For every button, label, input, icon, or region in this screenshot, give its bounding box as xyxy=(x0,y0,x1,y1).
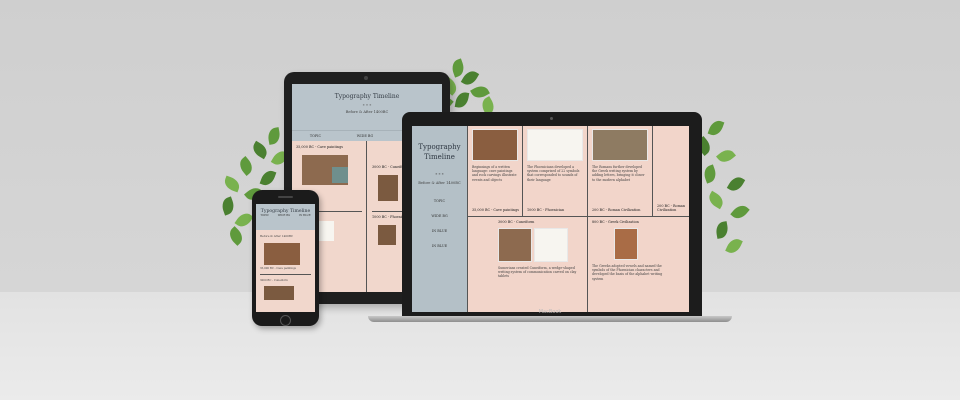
roman-ruins-image xyxy=(592,129,648,161)
laptop-device: Typography Timeline * * * Before & After… xyxy=(402,112,702,317)
laptop-nav-item-topic[interactable]: TOPIC xyxy=(412,199,467,203)
phone-home-button[interactable] xyxy=(280,315,291,326)
cave-painting-thumb xyxy=(332,167,348,183)
cuneiform-tablet-image xyxy=(498,228,532,262)
entry-1-caption: 35,000 BC - Cave paintings xyxy=(472,208,520,212)
greek-artifact-image xyxy=(614,228,638,260)
tablet-camera xyxy=(364,76,368,80)
laptop-timeline-grid: Beginnings of a written language: cave p… xyxy=(468,126,689,312)
cuneiform-image xyxy=(264,286,294,300)
entry-6-text: The Greeks adopted vowels and named the … xyxy=(592,264,663,281)
laptop-nav-item-blue[interactable]: IN BLUE xyxy=(412,229,467,233)
timeline-entry-2[interactable]: The Phoenicians developed a system compr… xyxy=(523,126,588,217)
tablet-caption-1: 35,000 BC - Cave paintings xyxy=(296,145,344,149)
laptop-site-title: Typography Timeline xyxy=(412,126,467,162)
tablet-dots: * * * xyxy=(362,103,372,108)
laptop-title-line1: Typography xyxy=(418,143,461,151)
phone-caption-1: 35,000 BC - Cave paintings xyxy=(260,267,296,270)
phone-nav-item-topic[interactable]: TOPIC xyxy=(260,214,269,217)
laptop-screen: Typography Timeline * * * Before & After… xyxy=(412,126,689,312)
entry-1-text: Beginnings of a written language: cave p… xyxy=(472,165,517,182)
phone-speaker xyxy=(278,196,293,198)
timeline-entry-4[interactable]: 200 BC - Roman Civilization xyxy=(653,126,689,217)
laptop-subtitle: Before & After 1400BC xyxy=(418,181,461,185)
phone-site-title: Typography Timeline xyxy=(260,209,311,214)
entry-2-caption: 1000 BC - Phoenician xyxy=(527,208,565,212)
laptop-sidebar: Typography Timeline * * * Before & After… xyxy=(412,126,468,312)
phone-subtitle: Before & After 1400BC xyxy=(260,234,294,238)
entry-3-text: The Romans further developed the Greek w… xyxy=(592,165,645,182)
laptop-brand: MacBook xyxy=(538,309,562,315)
cuneiform-chart-image xyxy=(534,228,568,262)
timeline-entry-5[interactable]: 3000 BC - Cuneiform Sumerians created Cu… xyxy=(468,217,588,312)
phone-screen: Typography Timeline TOPIC WIDE BG IN BLU… xyxy=(256,204,315,312)
phone-caption-2: 3000 BC - Cuneiform xyxy=(260,279,288,282)
laptop-camera xyxy=(550,117,553,120)
tablet-image-3 xyxy=(378,225,396,245)
cave-painting-image xyxy=(472,129,518,161)
tablet-nav-item-topic[interactable]: TOPIC xyxy=(310,131,321,141)
laptop-dots: * * * xyxy=(435,172,444,177)
phone-nav-item-wide[interactable]: WIDE BG xyxy=(278,214,291,217)
tablet-site-title: Typography Timeline xyxy=(334,93,400,100)
phone-nav: TOPIC WIDE BG IN BLUE xyxy=(256,214,315,217)
entry-5-text: Sumerians created Cuneiform, a wedge-sha… xyxy=(498,266,577,279)
entry-3-caption: 200 BC - Roman Civilization xyxy=(592,208,641,212)
entry-6-header: 800 BC - Greek Civilization xyxy=(592,220,639,224)
laptop-nav-item-wide[interactable]: WIDE BG xyxy=(412,214,467,218)
laptop-title-line2: Timeline xyxy=(424,153,455,161)
phoenician-glyph-image xyxy=(527,129,583,161)
laptop-base xyxy=(368,316,732,322)
phone-device: Typography Timeline TOPIC WIDE BG IN BLU… xyxy=(252,190,319,326)
entry-5-header: 3000 BC - Cuneiform xyxy=(498,220,535,224)
cuneiform-image xyxy=(378,175,398,201)
cave-painting-image xyxy=(264,243,300,265)
timeline-entry-3[interactable]: The Romans further developed the Greek w… xyxy=(588,126,653,217)
timeline-entry-6[interactable]: 800 BC - Greek Civilization The Greeks a… xyxy=(588,217,689,312)
tablet-nav-item-wide[interactable]: WIDE BG xyxy=(357,131,373,141)
phone-nav-item-blue[interactable]: IN BLUE xyxy=(299,214,311,217)
phone-header: Typography Timeline TOPIC WIDE BG IN BLU… xyxy=(256,204,315,230)
timeline-entry-1[interactable]: Beginnings of a written language: cave p… xyxy=(468,126,523,217)
entry-4-caption: 200 BC - Roman Civilization xyxy=(657,204,686,212)
entry-2-text: The Phoenicians developed a system compr… xyxy=(527,165,580,182)
laptop-nav: TOPIC WIDE BG IN BLUE IN BLUE xyxy=(412,199,467,248)
laptop-nav-item-blue-2[interactable]: IN BLUE xyxy=(412,244,467,248)
